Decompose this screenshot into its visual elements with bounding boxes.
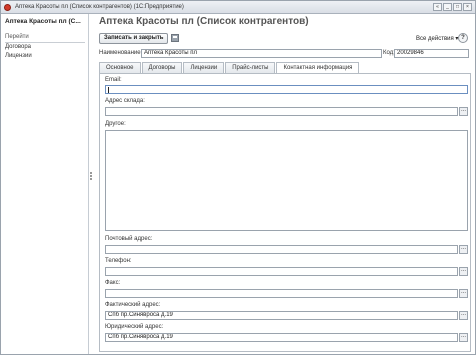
fax-label: Факс:: [105, 280, 121, 286]
warehouse-address-field[interactable]: [105, 107, 458, 116]
code-field[interactable]: 20029846: [394, 49, 469, 58]
email-label: Email:: [105, 77, 122, 83]
window-title: Аптека Красоты пл (Список контрагентов) …: [15, 4, 184, 10]
warehouse-address-label: Адрес склада:: [105, 98, 145, 104]
actual-address-label: Фактический адрес:: [105, 302, 161, 308]
warehouse-address-select-button[interactable]: ...: [459, 107, 468, 116]
all-actions-menu[interactable]: Все действия ▾: [416, 35, 458, 42]
title-bar: Аптека Красоты пл (Список контрагентов) …: [1, 1, 475, 14]
sidebar-divider: [5, 42, 85, 43]
maximize-icon[interactable]: □: [453, 3, 462, 11]
email-field[interactable]: [105, 85, 468, 94]
sidebar: Аптека Красоты пл (С... Перейти Договора…: [1, 14, 89, 354]
sidebar-title: Аптека Красоты пл (С...: [5, 18, 81, 25]
fax-select-button[interactable]: ...: [459, 289, 468, 298]
phone-label: Телефон:: [105, 258, 132, 264]
page-title: Аптека Красоты пл (Список контрагентов): [99, 16, 309, 27]
sidebar-goto-label: Перейти: [5, 34, 29, 40]
tab-main[interactable]: Основное: [99, 62, 141, 73]
actual-address-field[interactable]: Спб пр.Синявроса д.19: [105, 311, 458, 320]
sidebar-item-licenses[interactable]: Лицензии: [5, 53, 32, 59]
window-controls: « _ □ ×: [433, 3, 472, 11]
postal-address-select-button[interactable]: ...: [459, 245, 468, 254]
name-label: Наименование:: [99, 50, 143, 56]
close-icon[interactable]: ×: [463, 3, 472, 11]
legal-address-field[interactable]: Спб пр.Синявроса д.19: [105, 333, 458, 342]
other-textarea[interactable]: [105, 130, 468, 231]
help-icon[interactable]: ?: [458, 33, 468, 43]
tab-licenses[interactable]: Лицензии: [183, 62, 225, 73]
tab-contracts[interactable]: Договоры: [141, 62, 183, 73]
minimize-icon[interactable]: _: [443, 3, 452, 11]
legal-address-label: Юридический адрес:: [105, 324, 164, 330]
legal-address-select-button[interactable]: ...: [459, 333, 468, 342]
text-caret: [108, 87, 109, 93]
name-field[interactable]: Аптека Красоты пл: [141, 49, 382, 58]
app-logo-icon: [4, 4, 11, 11]
fax-field[interactable]: [105, 289, 458, 298]
sidebar-item-contracts[interactable]: Договора: [5, 44, 31, 50]
tab-price-lists[interactable]: Прайс-листы: [225, 62, 276, 73]
phone-field[interactable]: [105, 267, 458, 276]
actual-address-select-button[interactable]: ...: [459, 311, 468, 320]
contact-info-panel: Email: Адрес склада: ... Другое: Почтовы…: [99, 73, 471, 352]
other-label: Другое:: [105, 121, 126, 127]
tab-bar: Основное Договоры Лицензии Прайс-листы К…: [99, 62, 360, 74]
postal-address-label: Почтовый адрес:: [105, 236, 153, 242]
app-window: Аптека Красоты пл (Список контрагентов) …: [0, 0, 476, 355]
save-disk-icon[interactable]: [171, 34, 179, 42]
save-and-close-button[interactable]: Записать и закрыть: [99, 33, 169, 44]
phone-select-button[interactable]: ...: [459, 267, 468, 276]
postal-address-field[interactable]: [105, 245, 458, 254]
main-content: Аптека Красоты пл (Список контрагентов) …: [93, 14, 475, 354]
back-icon[interactable]: «: [433, 3, 442, 11]
